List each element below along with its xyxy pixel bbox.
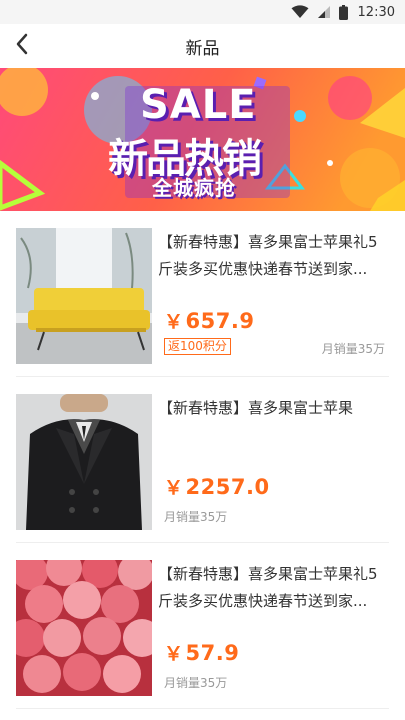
product-list: 【新春特惠】喜多果富士苹果礼5斤装多买优惠快递春节送到家... ￥657.9 返… [0,211,405,709]
product-info: 【新春特惠】喜多果富士苹果 [158,395,389,451]
product-image-sofa[interactable] [16,228,152,364]
product-title[interactable]: 【新春特惠】喜多果富士苹果礼5斤装多买优惠快递春节送到家... [158,229,389,285]
monthly-sales: 月销量35万 [164,676,228,690]
sale-banner[interactable]: SALE 新品热销 全城疯抢 [0,68,405,211]
product-price: ￥2257.0 [164,475,270,499]
product-price: ￥657.9 [164,309,255,333]
clock: 12:30 [357,4,395,20]
product-image-apples[interactable] [16,560,152,696]
nav-bar: 新品 [0,24,405,68]
product-info: 【新春特惠】喜多果富士苹果礼5斤装多买优惠快递春节送到家... [158,561,389,617]
banner-tagline: 全城疯抢 [152,176,236,200]
product-info: 【新春特惠】喜多果富士苹果礼5斤装多买优惠快递春节送到家... [158,229,389,285]
product-title[interactable]: 【新春特惠】喜多果富士苹果 [158,395,389,451]
monthly-sales: 月销量35万 [321,342,385,356]
wifi-icon [291,5,309,19]
banner-headline: SALE [140,82,257,128]
status-bar: 12:30 [0,0,405,24]
status-icons: 12:30 [291,3,395,21]
product-price: ￥57.9 [164,641,240,665]
product-title[interactable]: 【新春特惠】喜多果富士苹果礼5斤装多买优惠快递春节送到家... [158,561,389,617]
battery-icon [338,4,348,20]
monthly-sales: 月销量35万 [164,510,228,524]
product-card[interactable]: 【新春特惠】喜多果富士苹果 ￥2257.0 月销量35万 [16,377,389,543]
chevron-left-icon [15,33,29,59]
product-card[interactable]: 【新春特惠】喜多果富士苹果礼5斤装多买优惠快递春节送到家... ￥57.9 月销… [16,543,389,709]
product-card[interactable]: 【新春特惠】喜多果富士苹果礼5斤装多买优惠快递春节送到家... ￥657.9 返… [16,211,389,377]
page-title: 新品 [185,38,220,59]
signal-icon [317,5,331,19]
back-button[interactable] [6,30,38,62]
product-image-coat[interactable] [16,394,152,530]
points-badge: 返100积分 [164,338,231,355]
